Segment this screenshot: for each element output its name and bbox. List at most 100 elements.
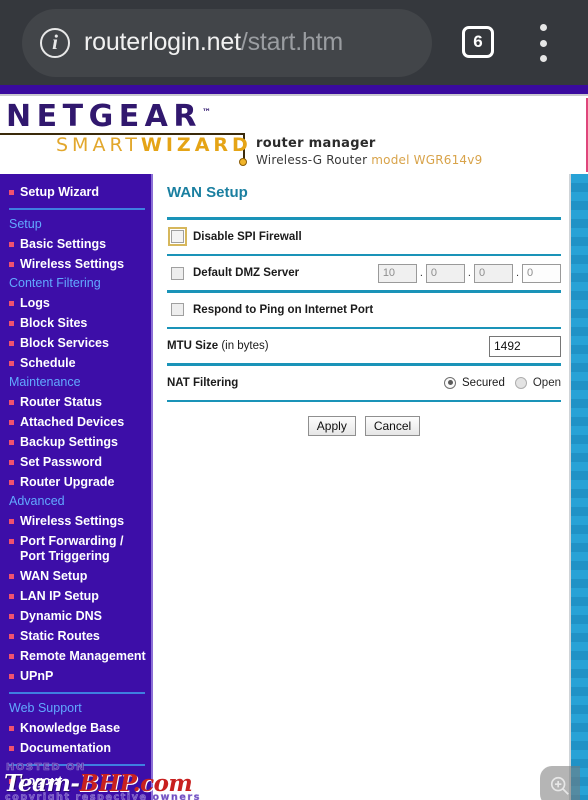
bullet-icon — [9, 439, 14, 445]
sidebar-section-content-filtering: Content Filtering — [9, 276, 101, 290]
sidebar-item-port-forwarding-port-triggering[interactable]: Port Forwarding / Port Triggering — [0, 531, 153, 566]
right-scroll-strip-texture[interactable] — [571, 174, 588, 800]
bullet-icon — [9, 673, 14, 679]
nat-filtering-secured-radio[interactable] — [444, 376, 457, 389]
dmz-ip-octet-3[interactable]: 0 — [473, 263, 513, 283]
sidebar-item-router-status[interactable]: Router Status — [0, 392, 153, 412]
sidebar-section-setup: Setup — [9, 217, 42, 231]
sidebar-item-wireless-settings[interactable]: Wireless Settings — [0, 254, 153, 274]
smart-wizard-logo: SMARTWIZARD — [56, 134, 252, 156]
nat-filtering-label: NAT Filtering — [167, 376, 239, 389]
apply-button[interactable]: Apply — [307, 416, 356, 436]
sidebar-item-label: Remote Management — [20, 648, 146, 663]
row-default-dmz-server[interactable]: Default DMZ Server 10 . 0 . 0 . 0 — [167, 256, 561, 290]
sidebar-item-dynamic-dns[interactable]: Dynamic DNS — [0, 606, 153, 626]
bullet-icon — [9, 653, 14, 659]
sidebar-item-logs[interactable]: Logs — [0, 293, 153, 313]
sidebar-item-label: Port Forwarding / Port Triggering — [20, 533, 124, 563]
form-actions: Apply Cancel — [167, 416, 561, 436]
netgear-logo-text: NETGEAR — [6, 99, 202, 134]
router-type: Wireless-G Router — [256, 153, 372, 167]
sidebar-item-static-routes[interactable]: Static Routes — [0, 626, 153, 646]
dmz-ip-octet-1[interactable]: 10 — [377, 263, 417, 283]
screenshot-root: i routerlogin.net/start.htm 6 NETGEAR™ S… — [0, 0, 588, 800]
row-disable-spi-firewall[interactable]: Disable SPI Firewall — [167, 220, 561, 254]
sidebar-nav: Setup Wizard Setup Basic Settings Wireless … — [0, 174, 153, 800]
row-respond-to-ping[interactable]: Respond to Ping on Internet Port — [167, 293, 561, 327]
bullet-icon — [9, 613, 14, 619]
sidebar-item-setup-wizard[interactable]: Setup Wizard — [0, 182, 153, 202]
sidebar-item-documentation[interactable]: Documentation — [0, 738, 153, 758]
sidebar-item-label: Router Status — [20, 394, 102, 409]
respond-to-ping-checkbox[interactable] — [171, 303, 184, 316]
bullet-icon — [9, 189, 14, 195]
address-bar[interactable]: i routerlogin.net/start.htm — [22, 8, 432, 77]
sidebar-item-knowledge-base[interactable]: Knowledge Base — [0, 718, 153, 738]
router-model-line: Wireless-G Router model WGR614v9 — [256, 153, 482, 167]
dmz-ip-octet-2[interactable]: 0 — [425, 263, 465, 283]
nat-filtering-open-option[interactable]: Open — [514, 376, 561, 389]
bullet-icon — [9, 593, 14, 599]
dmz-ip-dot-2: . — [467, 267, 471, 279]
sidebar-item-label: LAN IP Setup — [20, 588, 99, 603]
bullet-icon — [9, 340, 14, 346]
sidebar-item-backup-settings[interactable]: Backup Settings — [0, 432, 153, 452]
router-manager-title: router manager — [256, 136, 376, 151]
mtu-size-label-bold: MTU Size — [167, 340, 222, 352]
sidebar-item-label: Dynamic DNS — [20, 608, 102, 623]
bullet-icon — [9, 573, 14, 579]
site-info-icon[interactable]: i — [40, 27, 70, 58]
sidebar-item-label: Documentation — [20, 740, 111, 755]
sidebar-item-wireless-settings[interactable]: Wireless Settings — [0, 511, 153, 531]
sidebar-item-label: Wireless Settings — [20, 513, 125, 528]
tab-count-button[interactable]: 6 — [462, 26, 494, 58]
smart-wizard-smart: SMART — [56, 134, 141, 156]
cancel-button[interactable]: Cancel — [364, 416, 421, 436]
sidebar-item-label: Knowledge Base — [20, 720, 121, 735]
row-mtu-size[interactable]: MTU Size (in bytes) 1492 — [167, 329, 561, 363]
browser-toolbar: i routerlogin.net/start.htm 6 — [0, 0, 588, 85]
sidebar-item-block-sites[interactable]: Block Sites — [0, 313, 153, 333]
bullet-icon — [9, 241, 14, 247]
default-dmz-server-checkbox[interactable] — [171, 266, 184, 280]
sidebar-item-block-services[interactable]: Block Services — [0, 333, 153, 353]
url-text: routerlogin.net/start.htm — [84, 28, 343, 57]
sidebar-item-basic-settings[interactable]: Basic Settings — [0, 234, 153, 254]
sidebar-item-label: WAN Setup — [20, 568, 88, 583]
sidebar-item-router-upgrade[interactable]: Router Upgrade — [0, 472, 153, 492]
dmz-ip-octet-4[interactable]: 0 — [522, 263, 561, 283]
zoom-in-fab[interactable] — [540, 766, 580, 800]
sidebar-item-set-password[interactable]: Set Password — [0, 452, 153, 472]
sidebar-item-label: UPnP — [20, 668, 54, 683]
sidebar-section-maintenance: Maintenance — [9, 375, 81, 389]
nat-filtering-secured-option[interactable]: Secured — [444, 376, 505, 389]
nat-filtering-secured-label: Secured — [462, 376, 505, 389]
default-dmz-server-label: Default DMZ Server — [193, 267, 300, 279]
disable-spi-firewall-label: Disable SPI Firewall — [193, 230, 302, 243]
sidebar-item-remote-management[interactable]: Remote Management — [0, 646, 153, 666]
sidebar-item-schedule[interactable]: Schedule — [0, 353, 153, 373]
page-top-rule — [0, 85, 588, 94]
sidebar-divider — [9, 692, 145, 694]
sidebar-item-attached-devices[interactable]: Attached Devices — [0, 412, 153, 432]
sidebar-item-label: Static Routes — [20, 628, 100, 643]
sidebar-item-wan-setup[interactable]: WAN Setup — [0, 566, 153, 586]
mtu-size-label-units: (in bytes) — [221, 340, 269, 352]
bullet-icon — [9, 261, 14, 267]
sidebar-item-lan-ip-setup[interactable]: LAN IP Setup — [0, 586, 153, 606]
dmz-ip-dot-1: . — [419, 267, 423, 279]
kebab-menu-icon[interactable] — [536, 24, 550, 62]
sidebar-item-upnp[interactable]: UPnP — [0, 666, 153, 686]
nat-filtering-open-radio[interactable] — [514, 376, 527, 389]
bullet-icon — [9, 518, 14, 524]
page-body: Setup Wizard Setup Basic Settings Wireless … — [0, 174, 588, 800]
disable-spi-firewall-checkbox[interactable] — [168, 227, 187, 246]
dmz-ip-address-group[interactable]: 10 . 0 . 0 . 0 — [377, 263, 561, 283]
bullet-icon — [9, 399, 14, 405]
mtu-size-input[interactable]: 1492 — [489, 335, 561, 357]
sidebar-item-label: Setup Wizard — [20, 184, 100, 199]
row-nat-filtering[interactable]: NAT Filtering Secured Open — [167, 366, 561, 400]
netgear-logo: NETGEAR™ — [6, 99, 211, 134]
sidebar-divider — [9, 208, 145, 210]
mtu-size-label: MTU Size (in bytes) — [167, 340, 269, 352]
